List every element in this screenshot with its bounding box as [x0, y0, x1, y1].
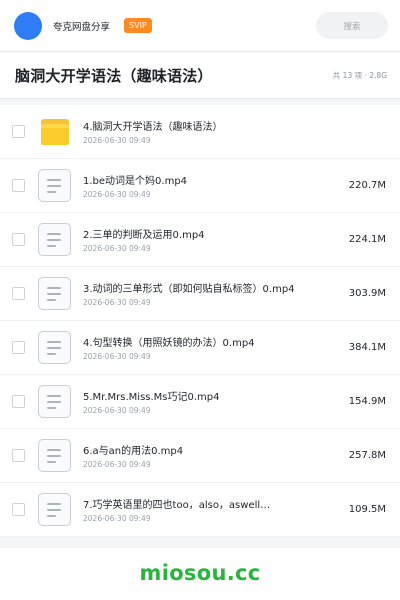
file-name: 2.三单的判断及运用0.mp4 [83, 230, 205, 241]
list-item[interactable]: 5.Mr.Mrs.Miss.Ms巧记0.mp4 2026-06-30 09:49… [0, 375, 400, 429]
file-date: 2026-06-30 09:49 [83, 190, 151, 199]
file-date: 2026-06-30 09:49 [83, 136, 151, 145]
list-item[interactable]: 4.句型转换（用照妖镜的办法）0.mp4 2026-06-30 09:49 38… [0, 321, 400, 375]
file-size: 220.7M [348, 180, 386, 191]
document-icon [38, 277, 71, 310]
file-name: 3.动词的三单形式（即如何贴自私标签）0.mp4 [83, 284, 295, 295]
folder-title-bar: 脑洞大开学语法（趣味语法） 共 13 项 · 2.8G [0, 53, 400, 99]
search-placeholder: 搜索 [343, 21, 361, 32]
file-date: 2026-06-30 09:49 [83, 298, 151, 307]
select-checkbox[interactable] [12, 125, 25, 138]
file-name: 6.a与an的用法0.mp4 [83, 446, 184, 457]
thumbnail [38, 385, 71, 418]
list-item[interactable]: 2.三单的判断及运用0.mp4 2026-06-30 09:49 224.1M [0, 213, 400, 267]
file-info: 1.be动词是个妈0.mp4 2026-06-30 09:49 [83, 172, 343, 199]
thumbnail [38, 439, 71, 472]
file-date: 2026-06-30 09:49 [83, 406, 151, 415]
file-info: 3.动词的三单形式（即如何贴自私标签）0.mp4 2026-06-30 09:4… [83, 280, 343, 307]
document-icon [38, 223, 71, 256]
search-input[interactable]: 搜索 [316, 12, 388, 39]
file-info: 7.巧学英语里的四也too，also，aswell… 2026-06-30 09… [83, 496, 343, 523]
page-title: 脑洞大开学语法（趣味语法） [15, 67, 213, 85]
folder-icon [40, 118, 69, 145]
select-checkbox[interactable] [12, 503, 25, 516]
list-item-folder[interactable]: 4.脑洞大开学语法（趣味语法） 2026-06-30 09:49 [0, 105, 400, 159]
select-checkbox[interactable] [12, 287, 25, 300]
file-info: 4.脑洞大开学语法（趣味语法） 2026-06-30 09:49 [83, 118, 380, 145]
list-item[interactable]: 1.be动词是个妈0.mp4 2026-06-30 09:49 220.7M [0, 159, 400, 213]
file-size: 257.8M [348, 450, 386, 461]
file-info: 5.Mr.Mrs.Miss.Ms巧记0.mp4 2026-06-30 09:49 [83, 388, 343, 415]
document-icon [38, 493, 71, 526]
file-name: 1.be动词是个妈0.mp4 [83, 176, 188, 187]
thumbnail [38, 115, 71, 148]
file-name: 5.Mr.Mrs.Miss.Ms巧记0.mp4 [83, 392, 220, 403]
file-info: 4.句型转换（用照妖镜的办法）0.mp4 2026-06-30 09:49 [83, 334, 343, 361]
watermark-text: miosou.cc [139, 561, 261, 585]
file-name: 4.脑洞大开学语法（趣味语法） [83, 122, 223, 133]
file-date: 2026-06-30 09:49 [83, 460, 151, 469]
file-date: 2026-06-30 09:49 [83, 244, 151, 253]
file-size: 303.9M [348, 288, 386, 299]
user-name[interactable]: 夸克网盘分享 [53, 19, 110, 33]
file-name: 4.句型转换（用照妖镜的办法）0.mp4 [83, 338, 255, 349]
file-list: 4.脑洞大开学语法（趣味语法） 2026-06-30 09:49 1.be动词是… [0, 105, 400, 537]
thumbnail [38, 493, 71, 526]
thumbnail [38, 277, 71, 310]
vip-badge: SVIP [124, 18, 152, 33]
select-checkbox[interactable] [12, 449, 25, 462]
select-checkbox[interactable] [12, 179, 25, 192]
file-date: 2026-06-30 09:49 [83, 352, 151, 361]
thumbnail [38, 223, 71, 256]
file-date: 2026-06-30 09:49 [83, 514, 151, 523]
file-size: 384.1M [348, 342, 386, 353]
document-icon [38, 331, 71, 364]
list-item[interactable]: 3.动词的三单形式（即如何贴自私标签）0.mp4 2026-06-30 09:4… [0, 267, 400, 321]
select-checkbox[interactable] [12, 395, 25, 408]
file-info: 2.三单的判断及运用0.mp4 2026-06-30 09:49 [83, 226, 343, 253]
document-icon [38, 169, 71, 202]
app-header: 夸克网盘分享 SVIP 搜索 [0, 0, 400, 52]
select-checkbox[interactable] [12, 233, 25, 246]
file-size: 109.5M [348, 504, 386, 515]
document-icon [38, 439, 71, 472]
file-size: 224.1M [348, 234, 386, 245]
file-info: 6.a与an的用法0.mp4 2026-06-30 09:49 [83, 442, 343, 469]
list-item[interactable]: 6.a与an的用法0.mp4 2026-06-30 09:49 257.8M [0, 429, 400, 483]
avatar[interactable] [14, 11, 42, 40]
file-name: 7.巧学英语里的四也too，also，aswell… [83, 500, 271, 511]
list-item[interactable]: 7.巧学英语里的四也too，also，aswell… 2026-06-30 09… [0, 483, 400, 537]
thumbnail [38, 169, 71, 202]
thumbnail [38, 331, 71, 364]
folder-summary: 共 13 项 · 2.8G [332, 71, 387, 80]
file-size: 154.9M [348, 396, 386, 407]
select-checkbox[interactable] [12, 341, 25, 354]
document-icon [38, 385, 71, 418]
